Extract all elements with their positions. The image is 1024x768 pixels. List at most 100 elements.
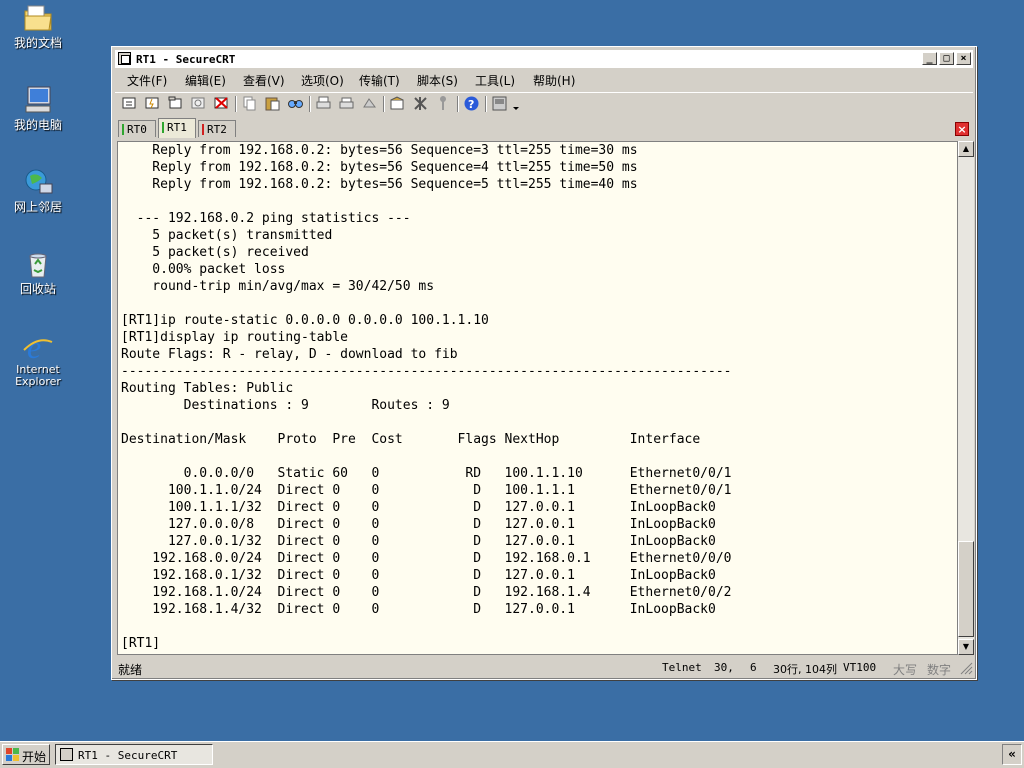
- start-label: 开始: [22, 750, 47, 764]
- desktop-icon-label: 回收站: [19, 282, 56, 296]
- desktop-icon-recycle-bin[interactable]: 回收站: [8, 248, 68, 296]
- desktop-icon-label: 网上邻居: [13, 200, 62, 214]
- connect-in-tab-icon[interactable]: [167, 95, 184, 112]
- menu-file[interactable]: 文件(F): [127, 72, 167, 89]
- terminal-line: round-trip min/avg/max = 30/42/50 ms: [121, 279, 435, 294]
- terminal-line: ----------------------------------------…: [121, 364, 732, 379]
- print-icon[interactable]: [315, 95, 332, 112]
- terminal-line: 127.0.0.1/32 Direct 0 0 D 127.0.0.1 InLo…: [121, 534, 716, 549]
- toolbar-chevron-icon[interactable]: [511, 95, 521, 112]
- print-setup-icon[interactable]: [338, 95, 355, 112]
- terminal-line: 192.168.1.0/24 Direct 0 0 D 192.168.1.4 …: [121, 585, 732, 600]
- terminal-output[interactable]: Reply from 192.168.0.2: bytes=56 Sequenc…: [117, 141, 958, 655]
- desktop-icon-my-documents[interactable]: 我的文档: [8, 2, 68, 50]
- tab-label: RT0: [127, 123, 147, 136]
- global-options-icon[interactable]: [412, 95, 429, 112]
- status-num: 数字: [927, 663, 952, 677]
- terminal-line: 192.168.0.0/24 Direct 0 0 D 192.168.0.1 …: [121, 551, 732, 566]
- terminal-line: [RT1]display ip routing-table: [121, 330, 348, 345]
- scroll-up-button[interactable]: ▲: [958, 141, 974, 157]
- menu-options[interactable]: 选项(O): [301, 72, 344, 89]
- tab-rt0[interactable]: RT0: [118, 120, 156, 137]
- computer-icon: [22, 84, 54, 116]
- windows-logo-icon: [6, 748, 20, 765]
- start-button[interactable]: 开始: [2, 744, 50, 765]
- desktop-icon-my-computer[interactable]: 我的电脑: [8, 84, 68, 132]
- network-globe-icon: [22, 166, 54, 198]
- reconnect-icon[interactable]: [190, 95, 207, 112]
- task-label: RT1 - SecureCRT: [78, 749, 178, 762]
- tab-status-marker: [202, 124, 204, 135]
- tab-status-marker: [162, 122, 164, 133]
- status-protocol: Telnet: [662, 661, 702, 674]
- status-row: 30,: [714, 661, 734, 674]
- menu-tools[interactable]: 工具(L): [475, 72, 515, 89]
- terminal-line: 100.1.1.0/24 Direct 0 0 D 100.1.1.1 Ethe…: [121, 483, 732, 498]
- menu-help[interactable]: 帮助(H): [533, 72, 575, 89]
- tab-label: RT2: [207, 123, 227, 136]
- terminal-line: 0.0.0.0/0 Static 60 0 RD 100.1.1.10 Ethe…: [121, 466, 732, 481]
- session-options-icon[interactable]: [389, 95, 406, 112]
- status-ready: 就绪: [118, 663, 143, 677]
- terminal-line: 192.168.0.1/32 Direct 0 0 D 127.0.0.1 In…: [121, 568, 716, 583]
- menu-transfer[interactable]: 传输(T): [359, 72, 400, 89]
- toolbar-separator: [309, 96, 311, 112]
- terminal-line: Reply from 192.168.0.2: bytes=56 Sequenc…: [121, 160, 638, 175]
- desktop-icon-internet-explorer[interactable]: e Internet Explorer: [8, 329, 68, 388]
- securecrt-window: RT1 - SecureCRT _ □ × 文件(F) 编辑(E) 查看(V) …: [111, 46, 977, 680]
- maximize-button[interactable]: □: [939, 52, 954, 65]
- menu-script[interactable]: 脚本(S): [417, 72, 458, 89]
- menu-edit[interactable]: 编辑(E): [185, 72, 226, 89]
- connect-icon[interactable]: [121, 95, 138, 112]
- toolbar-separator: [235, 96, 237, 112]
- tray-label: «: [1008, 747, 1016, 761]
- tab-rt1[interactable]: RT1: [158, 118, 196, 138]
- keymap-icon[interactable]: [435, 95, 452, 112]
- terminal-line: Reply from 192.168.0.2: bytes=56 Sequenc…: [121, 143, 638, 158]
- toolbar-separator: [457, 96, 459, 112]
- status-col: 6: [750, 661, 757, 674]
- scroll-down-button[interactable]: ▼: [958, 639, 974, 655]
- scroll-thumb[interactable]: [958, 541, 974, 637]
- vertical-scrollbar[interactable]: ▲ ▼: [958, 141, 974, 655]
- terminal-line: Route Flags: R - relay, D - download to …: [121, 347, 458, 362]
- toolbar-separator: [383, 96, 385, 112]
- log-session-icon[interactable]: [361, 95, 378, 112]
- tab-status-marker: [122, 124, 124, 135]
- terminal-line: 0.00% packet loss: [121, 262, 286, 277]
- terminal-line: [RT1]: [121, 636, 161, 651]
- tray-expand-button[interactable]: «: [1002, 744, 1022, 765]
- quick-connect-icon[interactable]: [144, 95, 161, 112]
- close-tab-icon[interactable]: ×: [955, 122, 969, 136]
- minimize-button[interactable]: _: [922, 52, 937, 65]
- copy-icon[interactable]: [241, 95, 258, 112]
- find-icon[interactable]: [287, 95, 304, 112]
- session-tabs: RT0 RT1 RT2 ×: [115, 118, 973, 140]
- folder-icon: [22, 2, 54, 34]
- title-bar[interactable]: RT1 - SecureCRT _ □ ×: [115, 50, 973, 68]
- internet-explorer-icon: e: [22, 329, 54, 365]
- svg-text:?: ?: [468, 98, 474, 111]
- resize-grip-icon[interactable]: [960, 662, 973, 678]
- window-title: RT1 - SecureCRT: [136, 53, 236, 66]
- desktop-icon-label: Internet Explorer: [15, 363, 61, 388]
- terminal-line: 192.168.1.4/32 Direct 0 0 D 127.0.0.1 In…: [121, 602, 716, 617]
- terminal-line: 5 packet(s) received: [121, 245, 309, 260]
- toolbar: ?: [115, 92, 973, 115]
- securecrt-task-icon: [60, 748, 73, 761]
- terminal-line: 100.1.1.1/32 Direct 0 0 D 127.0.0.1 InLo…: [121, 500, 716, 515]
- desktop-icon-network[interactable]: 网上邻居: [8, 166, 68, 214]
- taskbar-item-securecrt[interactable]: RT1 - SecureCRT: [55, 744, 213, 765]
- disconnect-icon[interactable]: [213, 95, 230, 112]
- menu-view[interactable]: 查看(V): [243, 72, 285, 89]
- securecrt-app-icon: [118, 52, 131, 65]
- help-icon[interactable]: ?: [463, 95, 480, 112]
- paste-icon[interactable]: [264, 95, 281, 112]
- terminal-line: 5 packet(s) transmitted: [121, 228, 333, 243]
- tab-rt2[interactable]: RT2: [198, 120, 236, 137]
- status-caps: 大写: [893, 663, 918, 677]
- sftp-icon[interactable]: [491, 95, 508, 112]
- status-size: 30行, 104列: [773, 663, 837, 676]
- close-button[interactable]: ×: [956, 52, 971, 65]
- menu-bar: 文件(F) 编辑(E) 查看(V) 选项(O) 传输(T) 脚本(S) 工具(L…: [115, 69, 973, 89]
